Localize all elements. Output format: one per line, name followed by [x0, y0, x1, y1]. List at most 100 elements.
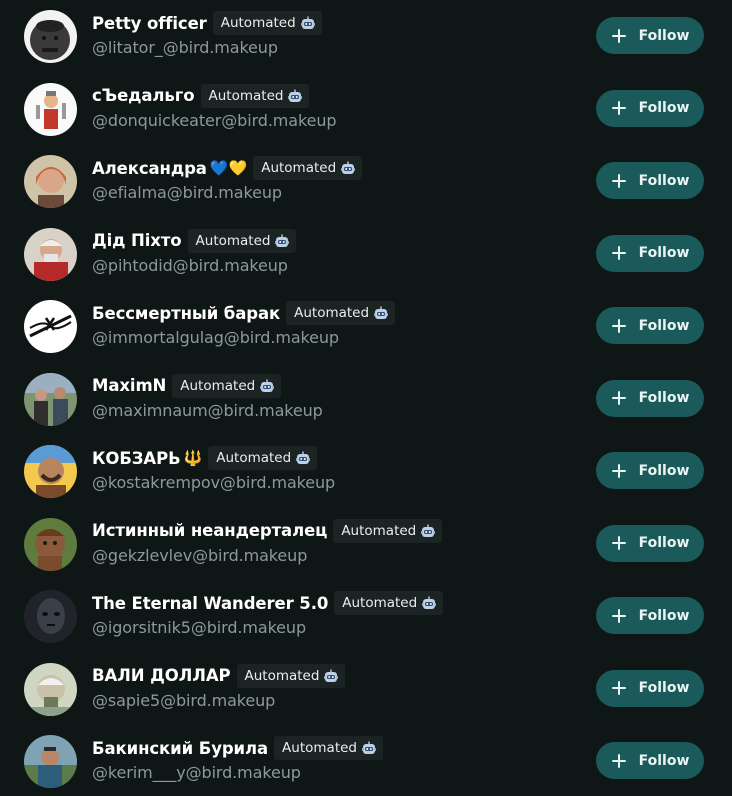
- automated-badge: Automated: [212, 11, 322, 35]
- account-list: Petty officer Automated @litator_@bird.m…: [0, 0, 732, 796]
- plus-icon: [611, 245, 627, 261]
- follow-button[interactable]: Follow: [596, 307, 704, 344]
- account-handle[interactable]: @immortalgulag@bird.makeup: [92, 328, 339, 347]
- name-line: Дід Піхто Automated: [92, 227, 297, 255]
- automated-badge: Automated: [286, 301, 396, 325]
- automated-badge-label: Automated: [208, 87, 284, 104]
- plus-icon: [611, 100, 627, 116]
- follow-button[interactable]: Follow: [596, 452, 704, 489]
- follow-button[interactable]: Follow: [596, 234, 704, 272]
- follow-button-label: Follow: [638, 245, 690, 261]
- plus-icon: [611, 173, 627, 189]
- name-emoji: 🔱: [183, 449, 203, 467]
- account-row: Бессмертный барак Automated @immortalgul…: [0, 290, 732, 363]
- name-line: Истинный неандерталец Automated: [92, 517, 443, 545]
- follow-button[interactable]: Follow: [596, 17, 704, 54]
- automated-badge-label: Automated: [216, 450, 292, 466]
- dollar-bill-avatar[interactable]: [24, 662, 77, 716]
- account-row: КОБЗАРЬ 🔱 Automated @kostakrempov@bird.m…: [0, 435, 732, 508]
- display-name[interactable]: Petty officer: [92, 14, 207, 33]
- man-outdoor-avatar[interactable]: [24, 735, 77, 788]
- follow-button-label: Follow: [638, 390, 690, 406]
- display-name[interactable]: MaximN: [92, 376, 166, 395]
- display-name[interactable]: ВАЛИ ДОЛЛАР: [92, 666, 231, 685]
- automated-badge: Automated: [333, 518, 443, 543]
- automated-badge: Automated: [208, 446, 318, 470]
- follow-button[interactable]: Follow: [596, 669, 704, 707]
- account-handle[interactable]: @kerim___y@bird.makeup: [92, 763, 301, 782]
- plus-icon: [611, 463, 627, 479]
- automated-badge-label: Automated: [341, 522, 417, 539]
- old-man-avatar[interactable]: [24, 227, 77, 281]
- follow-button[interactable]: Follow: [596, 524, 704, 562]
- follow-button-label: Follow: [638, 752, 690, 769]
- account-row: Petty officer Automated @litator_@bird.m…: [0, 0, 732, 73]
- display-name[interactable]: сЪедальго: [92, 86, 195, 105]
- robot-icon: [300, 15, 316, 31]
- account-handle[interactable]: @igorsitnik5@bird.makeup: [92, 618, 306, 637]
- name-line: КОБЗАРЬ 🔱 Automated: [92, 444, 318, 472]
- robot-icon: [323, 668, 339, 684]
- name-line: Бакинский Бурила Automated: [92, 734, 383, 762]
- automated-badge-label: Automated: [195, 232, 271, 249]
- display-name[interactable]: Александра: [92, 159, 207, 178]
- name-line: Petty officer Automated: [92, 9, 322, 37]
- account-handle[interactable]: @litator_@bird.makeup: [92, 38, 278, 57]
- display-name[interactable]: The Eternal Wanderer 5.0: [92, 594, 328, 613]
- plus-icon: [611, 318, 627, 334]
- follow-button-label: Follow: [638, 100, 690, 116]
- account-row: сЪедальго Automated @donquickeater@bird.…: [0, 73, 732, 146]
- follow-button[interactable]: Follow: [596, 742, 704, 779]
- follow-button[interactable]: Follow: [596, 597, 704, 634]
- knight-avatar[interactable]: [24, 82, 77, 136]
- name-emoji: 💙💛: [209, 159, 248, 177]
- automated-badge-label: Automated: [294, 305, 370, 321]
- display-name[interactable]: Истинный неандерталец: [92, 521, 327, 540]
- group-photo-avatar[interactable]: [24, 372, 77, 426]
- automated-badge: Automated: [334, 591, 444, 615]
- account-handle[interactable]: @efialma@bird.makeup: [92, 183, 282, 202]
- follow-button-label: Follow: [638, 535, 690, 551]
- plus-icon: [611, 608, 627, 624]
- barbed-wire-avatar[interactable]: [24, 300, 77, 353]
- name-line: The Eternal Wanderer 5.0 Automated: [92, 589, 444, 617]
- display-name[interactable]: Бакинский Бурила: [92, 739, 268, 758]
- robot-icon: [287, 88, 303, 104]
- automated-badge-label: Automated: [261, 160, 337, 176]
- account-row: Истинный неандерталец Automated @gekzlev…: [0, 508, 732, 581]
- follow-button-label: Follow: [638, 607, 690, 624]
- automated-badge: Automated: [236, 663, 346, 688]
- follow-button[interactable]: Follow: [596, 162, 704, 199]
- display-name[interactable]: Бессмертный барак: [92, 304, 280, 323]
- account-handle[interactable]: @pihtodid@bird.makeup: [92, 256, 288, 275]
- account-row: MaximN Automated @maximnaum@bird.makeup …: [0, 363, 732, 436]
- account-row: Александра 💙💛 Automated @efialma@bird.ma…: [0, 145, 732, 218]
- follow-button-label: Follow: [638, 680, 690, 696]
- robot-icon: [373, 305, 389, 321]
- cossack-avatar[interactable]: [24, 445, 77, 498]
- follow-button[interactable]: Follow: [596, 379, 704, 417]
- display-name[interactable]: Дід Піхто: [92, 231, 182, 250]
- follow-button[interactable]: Follow: [596, 89, 704, 127]
- display-name[interactable]: КОБЗАРЬ: [92, 449, 181, 468]
- robot-icon: [361, 740, 377, 756]
- account-handle[interactable]: @maximnaum@bird.makeup: [92, 401, 323, 420]
- name-line: MaximN Automated: [92, 372, 282, 400]
- statue-avatar[interactable]: [24, 10, 77, 63]
- robot-icon: [340, 160, 356, 176]
- plus-icon: [611, 535, 627, 551]
- name-line: Бессмертный барак Automated: [92, 299, 396, 327]
- account-handle[interactable]: @gekzlevlev@bird.makeup: [92, 546, 307, 565]
- automated-badge-label: Automated: [244, 667, 320, 684]
- automated-badge: Automated: [253, 156, 363, 180]
- account-handle[interactable]: @sapie5@bird.makeup: [92, 691, 275, 710]
- account-handle[interactable]: @donquickeater@bird.makeup: [92, 111, 337, 130]
- account-row: Дід Піхто Automated @pihtodid@bird.makeu…: [0, 218, 732, 291]
- woman-avatar[interactable]: [24, 155, 77, 208]
- account-row: ВАЛИ ДОЛЛАР Automated @sapie5@bird.makeu…: [0, 653, 732, 726]
- automated-badge: Automated: [172, 373, 282, 398]
- account-handle[interactable]: @kostakrempov@bird.makeup: [92, 473, 335, 492]
- neanderthal-avatar[interactable]: [24, 517, 77, 571]
- robot-face-avatar[interactable]: [24, 590, 77, 643]
- automated-badge-label: Automated: [180, 377, 256, 394]
